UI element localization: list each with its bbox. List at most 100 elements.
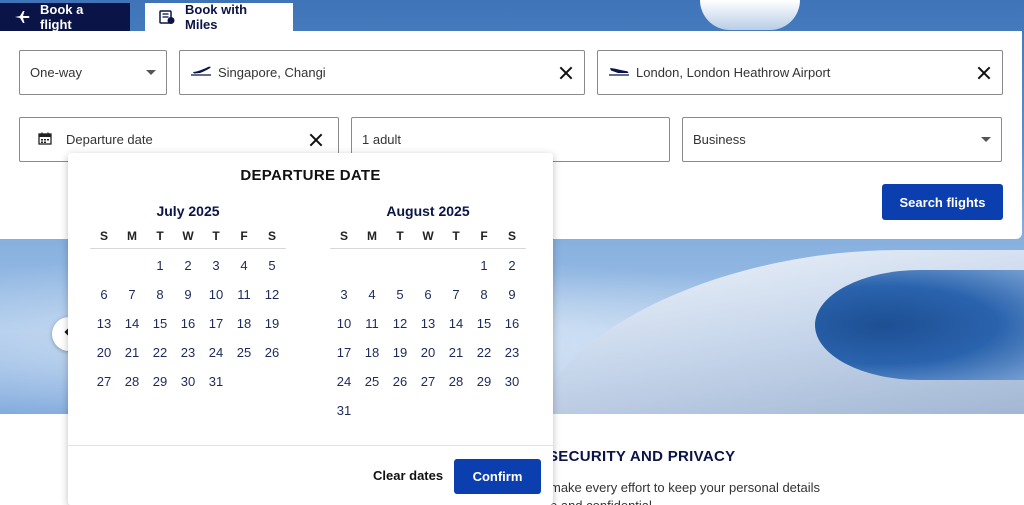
- weekday-label: W: [182, 229, 194, 243]
- calendar-day[interactable]: 21: [118, 338, 146, 367]
- calendar-day[interactable]: 7: [118, 280, 146, 309]
- calendar-day[interactable]: 15: [146, 309, 174, 338]
- calendar-day[interactable]: 27: [90, 367, 118, 396]
- calendar-day[interactable]: 6: [90, 280, 118, 309]
- calendar-day[interactable]: 25: [230, 338, 258, 367]
- clear-dates-button[interactable]: Clear dates: [373, 459, 443, 493]
- departure-date-placeholder: Departure date: [66, 132, 153, 147]
- calendar-day[interactable]: 25: [358, 367, 386, 396]
- calendar-day[interactable]: 16: [174, 309, 202, 338]
- weekday-label: F: [480, 229, 488, 243]
- confirm-button[interactable]: Confirm: [454, 459, 541, 494]
- month-name: July 2025: [156, 203, 220, 219]
- empty-day-cell: [386, 251, 414, 280]
- empty-day-cell: [442, 251, 470, 280]
- empty-day-cell: [118, 251, 146, 280]
- close-icon[interactable]: [558, 65, 574, 81]
- calendar-day[interactable]: 30: [498, 367, 526, 396]
- weekday-label: T: [212, 229, 220, 243]
- calendar-day[interactable]: 27: [414, 367, 442, 396]
- calendar-day[interactable]: 11: [358, 309, 386, 338]
- search-flights-button[interactable]: Search flights: [882, 184, 1003, 220]
- calendar-day[interactable]: 22: [146, 338, 174, 367]
- calendar-day[interactable]: 17: [202, 309, 230, 338]
- calendar-day[interactable]: 6: [414, 280, 442, 309]
- aircraft-tail: [700, 0, 800, 30]
- calendar-day[interactable]: 14: [118, 309, 146, 338]
- calendar-day[interactable]: 18: [358, 338, 386, 367]
- calendar-day[interactable]: 26: [386, 367, 414, 396]
- calendar-day[interactable]: 23: [498, 338, 526, 367]
- calendar-day[interactable]: 12: [258, 280, 286, 309]
- calendar-day[interactable]: 4: [358, 280, 386, 309]
- trip-type-select[interactable]: One-way: [19, 50, 167, 95]
- calendar-day[interactable]: 1: [146, 251, 174, 280]
- calendar-day[interactable]: 22: [470, 338, 498, 367]
- calendar-day[interactable]: 2: [498, 251, 526, 280]
- empty-day-cell: [358, 251, 386, 280]
- calendar-day[interactable]: 5: [386, 280, 414, 309]
- tab-book-flight[interactable]: Book a flight: [0, 2, 130, 32]
- calendar-day[interactable]: 3: [202, 251, 230, 280]
- calendar-day[interactable]: 31: [202, 367, 230, 396]
- empty-day-cell: [90, 251, 118, 280]
- chevron-down-icon: [981, 137, 991, 142]
- calendar-day[interactable]: 29: [146, 367, 174, 396]
- month-name: August 2025: [386, 203, 470, 219]
- calendar-day[interactable]: 19: [386, 338, 414, 367]
- takeoff-icon: [190, 65, 212, 80]
- calendar-day[interactable]: 31: [330, 396, 358, 425]
- destination-value: London, London Heathrow Airport: [636, 65, 831, 80]
- calendar-day[interactable]: 20: [414, 338, 442, 367]
- calendar-day[interactable]: 29: [470, 367, 498, 396]
- landing-icon: [608, 65, 630, 80]
- calendar-day[interactable]: 30: [174, 367, 202, 396]
- calendar-day[interactable]: 15: [470, 309, 498, 338]
- cabin-class-select[interactable]: Business: [682, 117, 1002, 162]
- calendar-day[interactable]: 18: [230, 309, 258, 338]
- calendar-day[interactable]: 9: [498, 280, 526, 309]
- aircraft-engine: [815, 270, 1024, 380]
- origin-field[interactable]: Singapore, Changi: [179, 50, 585, 95]
- weekday-label: S: [339, 229, 348, 243]
- chevron-down-icon: [146, 70, 156, 75]
- tab-book-with-miles[interactable]: Book with Miles: [145, 2, 293, 32]
- calendar-day[interactable]: 5: [258, 251, 286, 280]
- calendar-day[interactable]: 2: [174, 251, 202, 280]
- calendar-day[interactable]: 26: [258, 338, 286, 367]
- divider: [68, 445, 553, 446]
- calendar-day[interactable]: 10: [330, 309, 358, 338]
- destination-field[interactable]: London, London Heathrow Airport: [597, 50, 1003, 95]
- calendar-day[interactable]: 23: [174, 338, 202, 367]
- close-icon[interactable]: [976, 65, 992, 81]
- calendar-day[interactable]: 1: [470, 251, 498, 280]
- calendar-day[interactable]: 24: [202, 338, 230, 367]
- weekday-label: W: [422, 229, 434, 243]
- calendar-day[interactable]: 28: [442, 367, 470, 396]
- calendar-day[interactable]: 14: [442, 309, 470, 338]
- calendar-day[interactable]: 8: [470, 280, 498, 309]
- calendar-icon: [38, 132, 52, 148]
- weekday-label: T: [396, 229, 404, 243]
- calendar-day[interactable]: 19: [258, 309, 286, 338]
- calendar-day[interactable]: 24: [330, 367, 358, 396]
- calendar-day[interactable]: 13: [90, 309, 118, 338]
- calendar-day[interactable]: 16: [498, 309, 526, 338]
- close-icon[interactable]: [308, 132, 324, 148]
- calendar-day[interactable]: 8: [146, 280, 174, 309]
- calendar-day[interactable]: 3: [330, 280, 358, 309]
- calendar-day[interactable]: 20: [90, 338, 118, 367]
- calendar-day[interactable]: 4: [230, 251, 258, 280]
- calendar-day[interactable]: 7: [442, 280, 470, 309]
- calendar-day[interactable]: 17: [330, 338, 358, 367]
- calendar-day[interactable]: 13: [414, 309, 442, 338]
- tab-label: Book with Miles: [185, 2, 248, 32]
- calendar-day[interactable]: 21: [442, 338, 470, 367]
- calendar-month: July 2025 SMTWTFS 1 2 3 4 5 6 7 8 9 10 11 12 13 14 15 1…: [90, 203, 286, 396]
- calendar-day[interactable]: 10: [202, 280, 230, 309]
- calendar-day[interactable]: 12: [386, 309, 414, 338]
- calendar-day[interactable]: 9: [174, 280, 202, 309]
- security-privacy-heading: SECURITY AND PRIVACY: [548, 448, 736, 465]
- calendar-day[interactable]: 28: [118, 367, 146, 396]
- calendar-day[interactable]: 11: [230, 280, 258, 309]
